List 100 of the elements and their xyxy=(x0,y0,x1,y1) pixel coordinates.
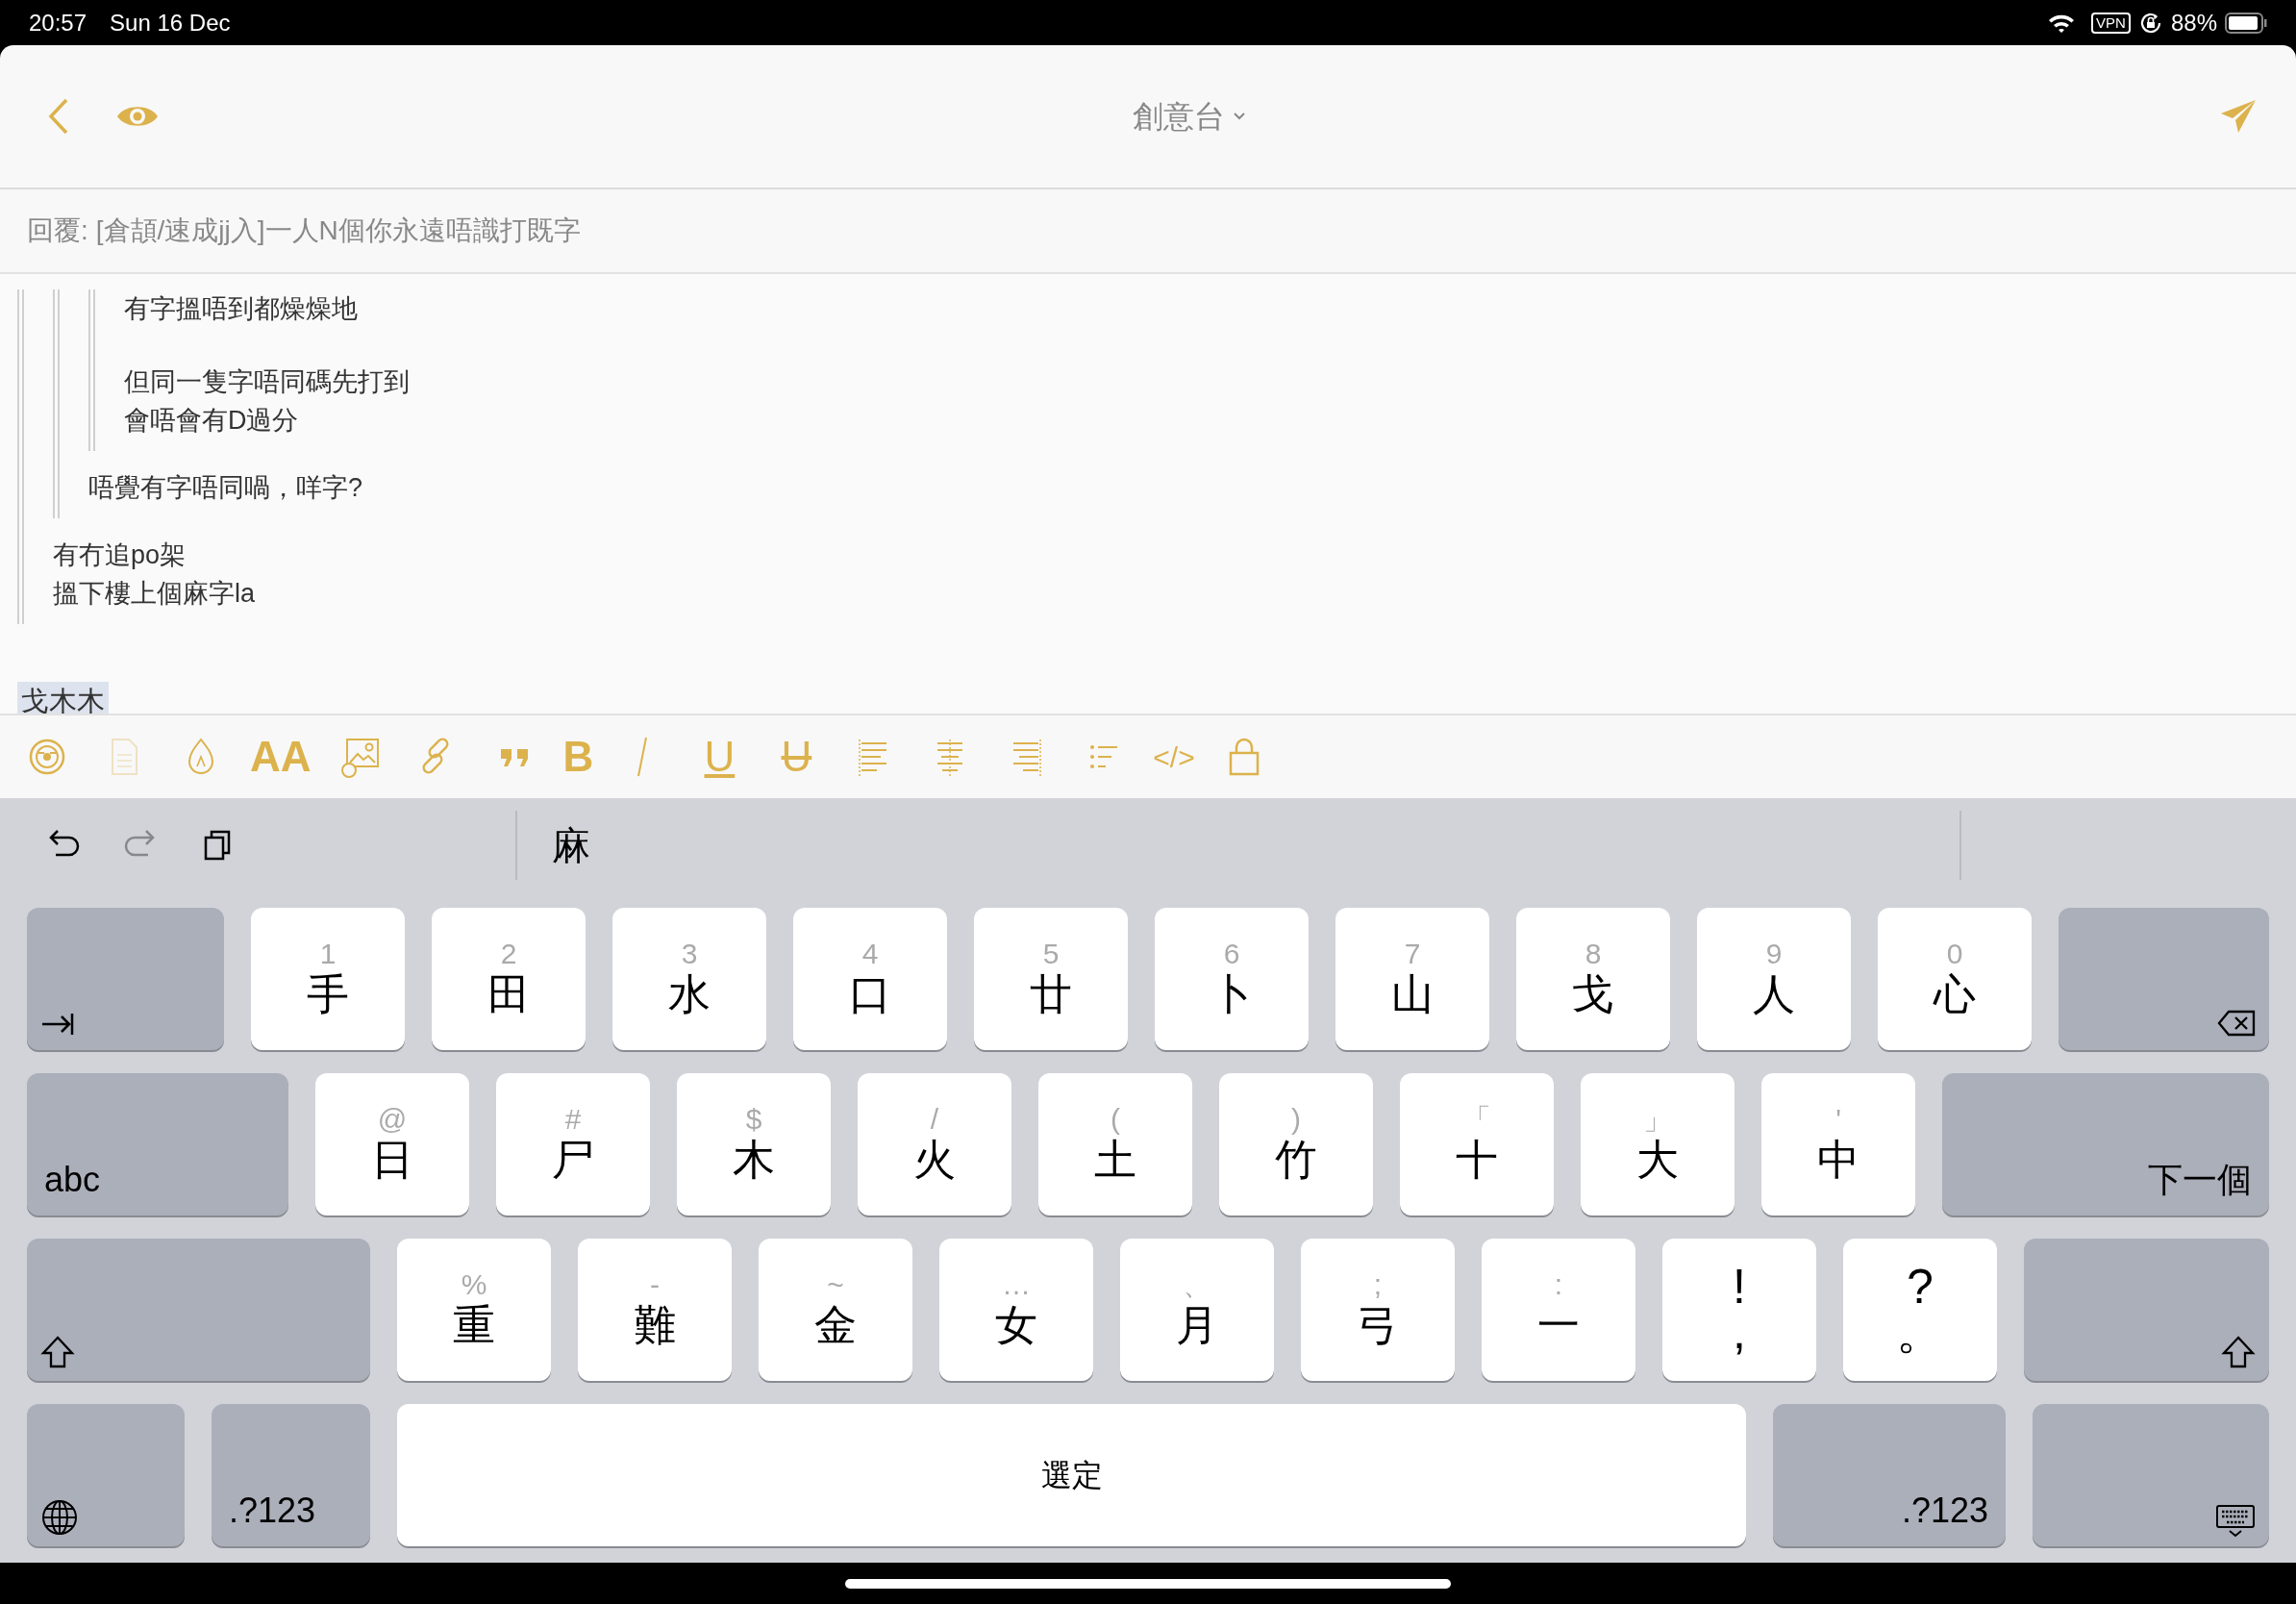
key[interactable]: 」 大 xyxy=(1581,1073,1734,1216)
key-hint: 1 xyxy=(319,938,337,970)
key[interactable]: 3 水 xyxy=(612,908,766,1050)
key-label: 中 xyxy=(1817,1135,1859,1186)
key-label: 竹 xyxy=(1275,1135,1317,1186)
key-hint: ; xyxy=(1373,1268,1383,1301)
key-label: 重 xyxy=(453,1300,495,1351)
key[interactable]: ) 竹 xyxy=(1219,1073,1373,1216)
shift-key[interactable] xyxy=(27,1239,370,1381)
key-hint: … xyxy=(1002,1268,1031,1301)
key[interactable]: 1 手 xyxy=(251,908,405,1050)
key[interactable]: ' 中 xyxy=(1761,1073,1915,1216)
status-time: 20:57 xyxy=(29,8,87,38)
delete-key[interactable] xyxy=(2059,908,2269,1050)
key[interactable]: $ 木 xyxy=(677,1073,831,1216)
key-label: 山 xyxy=(1391,969,1434,1020)
key[interactable]: @ 日 xyxy=(315,1073,469,1216)
back-chevron-icon xyxy=(48,98,69,135)
tab-key[interactable] xyxy=(27,908,224,1050)
paper-plane-icon xyxy=(2219,98,2258,135)
hide-keyboard-key[interactable] xyxy=(2033,1404,2269,1546)
key[interactable]: 8 戈 xyxy=(1516,908,1670,1050)
key-hint: 6 xyxy=(1223,938,1240,970)
globe-key[interactable] xyxy=(27,1404,185,1546)
key-hint: $ xyxy=(745,1103,762,1136)
home-indicator[interactable] xyxy=(845,1578,1451,1589)
key-label: 廿 xyxy=(1030,969,1072,1020)
key[interactable]: ~ 金 xyxy=(759,1239,912,1381)
key[interactable]: 、 月 xyxy=(1120,1239,1274,1381)
key-label: ? xyxy=(1907,1264,1934,1310)
key[interactable]: / 火 xyxy=(858,1073,1011,1216)
key[interactable]: ! , xyxy=(1662,1239,1816,1381)
image-icon xyxy=(338,736,382,778)
battery-icon xyxy=(2225,12,2267,34)
letters-key[interactable]: abc xyxy=(27,1073,288,1216)
key-hint: / xyxy=(930,1103,939,1136)
key[interactable]: 7 山 xyxy=(1335,908,1489,1050)
key-label: 口 xyxy=(849,969,891,1020)
key-hint: 8 xyxy=(1585,938,1602,970)
key[interactable]: # 尸 xyxy=(496,1073,650,1216)
key-hint: - xyxy=(650,1268,660,1301)
key-label: 大 xyxy=(1636,1135,1679,1186)
post-text: 有冇追po架 xyxy=(53,539,187,571)
key-label: 卜 xyxy=(1210,969,1253,1020)
key-label: 火 xyxy=(913,1135,956,1186)
key-hint: : xyxy=(1554,1268,1563,1301)
key-hint: ~ xyxy=(827,1268,844,1301)
tab-arrow-icon xyxy=(40,1012,75,1037)
key-hint: ' xyxy=(1835,1103,1841,1136)
key-hint: 3 xyxy=(681,938,698,970)
key-hint: 0 xyxy=(1946,938,1963,970)
key-label: 金 xyxy=(814,1300,857,1351)
confirm-key[interactable]: 選定 xyxy=(397,1404,1746,1546)
key[interactable]: ? 。 xyxy=(1843,1239,1997,1381)
status-date: Sun 16 Dec xyxy=(110,8,231,38)
key-label: 十 xyxy=(1456,1135,1498,1186)
key-label: 土 xyxy=(1094,1135,1136,1186)
key-label: 弓 xyxy=(1357,1300,1399,1351)
key[interactable]: 4 口 xyxy=(793,908,947,1050)
key[interactable]: ; 弓 xyxy=(1301,1239,1455,1381)
key-label: 人 xyxy=(1753,969,1795,1020)
numbers-key[interactable]: .?123 xyxy=(1773,1404,2006,1546)
numbers-key[interactable]: .?123 xyxy=(212,1404,370,1546)
key-hint: ( xyxy=(1111,1103,1120,1136)
post-text: 有字搵唔到都燥燥地 xyxy=(124,293,359,325)
key[interactable]: 「 十 xyxy=(1400,1073,1554,1216)
key-label: , xyxy=(1733,1310,1746,1356)
back-button[interactable] xyxy=(48,98,69,135)
key-label: 女 xyxy=(995,1300,1037,1351)
key-label: 手 xyxy=(307,969,349,1020)
backspace-icon xyxy=(2217,1010,2256,1037)
key[interactable]: … 女 xyxy=(939,1239,1093,1381)
key[interactable]: : 一 xyxy=(1482,1239,1635,1381)
key-label: 。 xyxy=(1896,1310,1944,1356)
draft-text[interactable]: 戈木木 xyxy=(17,682,109,714)
candidate-word[interactable]: 麻 xyxy=(517,816,590,874)
key-hint: 、 xyxy=(1183,1268,1211,1301)
key[interactable]: 0 心 xyxy=(1878,908,2032,1050)
key-hint: % xyxy=(461,1268,487,1301)
post-text: 搵下樓上個麻字la xyxy=(53,578,256,610)
key-hint: @ xyxy=(377,1103,408,1136)
key[interactable]: - 難 xyxy=(578,1239,732,1381)
next-key[interactable]: 下一個 xyxy=(1942,1073,2269,1216)
send-button[interactable] xyxy=(2219,98,2258,135)
globe-icon xyxy=(40,1498,79,1537)
key[interactable]: 9 人 xyxy=(1697,908,1851,1050)
key[interactable]: % 重 xyxy=(397,1239,551,1381)
shift-key[interactable] xyxy=(2024,1239,2269,1381)
key-label: 尸 xyxy=(552,1135,594,1186)
key[interactable]: ( 土 xyxy=(1038,1073,1192,1216)
key[interactable]: 6 卜 xyxy=(1155,908,1309,1050)
key-hint: 「 xyxy=(1462,1103,1491,1136)
reply-label: 回覆: xyxy=(27,214,88,247)
key-label: 日 xyxy=(371,1135,413,1186)
key[interactable]: 2 田 xyxy=(432,908,586,1050)
key[interactable]: 5 廿 xyxy=(974,908,1128,1050)
reply-subject: [倉頡/速成jj入]一人N個你永遠唔識打既字 xyxy=(95,214,581,247)
key-hint: 7 xyxy=(1404,938,1421,970)
key-label: 月 xyxy=(1176,1300,1218,1351)
shift-arrow-icon xyxy=(40,1335,75,1369)
